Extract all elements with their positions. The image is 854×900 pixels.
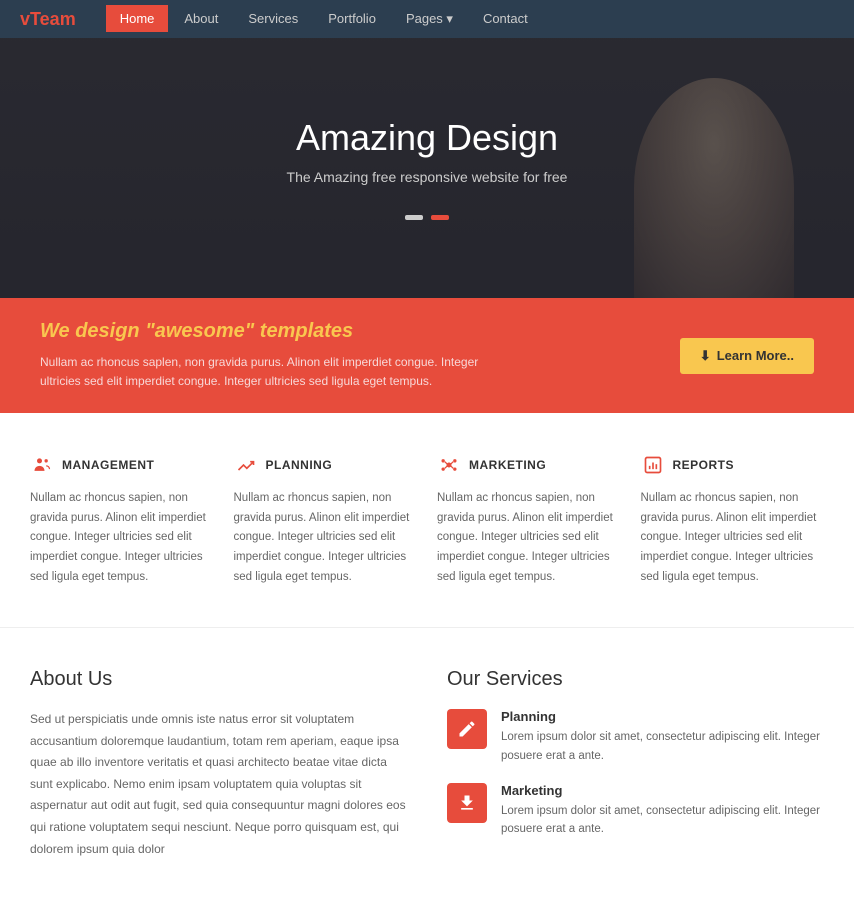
feature-reports-title: REPORTS	[673, 458, 735, 472]
brand-v: v	[20, 9, 30, 29]
reports-icon	[641, 453, 665, 477]
about-title: About Us	[30, 668, 407, 691]
service-marketing-content: Marketing Lorem ipsum dolor sit amet, co…	[501, 783, 824, 839]
feature-management: MANAGEMENT Nullam ac rhoncus sapien, non…	[30, 453, 214, 587]
services-column: Our Services Planning Lorem ipsum dolor …	[447, 668, 824, 860]
feature-marketing-text: Nullam ac rhoncus sapien, non gravida pu…	[437, 489, 621, 587]
nav-link-services[interactable]: Services	[234, 5, 312, 32]
planning-icon	[234, 453, 258, 477]
service-marketing-icon-box	[447, 783, 487, 823]
service-planning-desc: Lorem ipsum dolor sit amet, consectetur …	[501, 728, 824, 765]
feature-reports-text: Nullam ac rhoncus sapien, non gravida pu…	[641, 489, 825, 587]
service-planning-name: Planning	[501, 709, 824, 724]
nav-item-about[interactable]: About	[170, 5, 232, 33]
feature-planning: PLANNING Nullam ac rhoncus sapien, non g…	[234, 453, 418, 587]
feature-marketing-header: MARKETING	[437, 453, 621, 477]
nav-link-contact[interactable]: Contact	[469, 5, 542, 32]
nav-links: Home About Services Portfolio Pages ▾ Co…	[106, 5, 542, 33]
cta-band: We design "awesome" templates Nullam ac …	[0, 298, 854, 413]
pencil-icon	[457, 719, 477, 739]
nav-link-about[interactable]: About	[170, 5, 232, 32]
service-marketing-name: Marketing	[501, 783, 824, 798]
about-column: About Us Sed ut perspiciatis unde omnis …	[30, 668, 407, 860]
about-services-section: About Us Sed ut perspiciatis unde omnis …	[0, 627, 854, 900]
feature-management-title: MANAGEMENT	[62, 458, 154, 472]
brand-logo[interactable]: vTeam	[20, 9, 76, 30]
cta-heading: We design "awesome" templates	[40, 320, 480, 343]
feature-marketing: MARKETING Nullam ac rhoncus sapien, non …	[437, 453, 621, 587]
cta-btn-label: Learn More..	[717, 348, 794, 363]
service-marketing: Marketing Lorem ipsum dolor sit amet, co…	[447, 783, 824, 839]
cta-learn-more-button[interactable]: ⬇ Learn More..	[680, 338, 814, 374]
cta-heading-highlight: "awesome"	[145, 320, 254, 342]
feature-planning-text: Nullam ac rhoncus sapien, non gravida pu…	[234, 489, 418, 587]
hero-dot-2[interactable]	[431, 215, 449, 220]
cta-heading-pre: We design	[40, 320, 145, 342]
nav-link-home[interactable]: Home	[106, 5, 169, 32]
nav-item-services[interactable]: Services	[234, 5, 312, 33]
hero-bg-person	[634, 78, 794, 298]
nav-item-home[interactable]: Home	[106, 5, 169, 33]
hero-section: Amazing Design The Amazing free responsi…	[0, 38, 854, 298]
navbar: vTeam Home About Services Portfolio Page…	[0, 0, 854, 38]
hero-title: Amazing Design	[296, 117, 558, 159]
features-section: MANAGEMENT Nullam ac rhoncus sapien, non…	[0, 413, 854, 627]
feature-planning-title: PLANNING	[266, 458, 333, 472]
hero-subtitle: The Amazing free responsive website for …	[287, 169, 568, 185]
feature-reports-header: REPORTS	[641, 453, 825, 477]
download-icon: ⬇	[700, 348, 711, 364]
cta-heading-post: templates	[254, 320, 353, 342]
hero-dots	[405, 215, 449, 220]
feature-reports: REPORTS Nullam ac rhoncus sapien, non gr…	[641, 453, 825, 587]
feature-management-text: Nullam ac rhoncus sapien, non gravida pu…	[30, 489, 214, 587]
hero-dot-1[interactable]	[405, 215, 423, 220]
about-text: Sed ut perspiciatis unde omnis iste natu…	[30, 709, 407, 860]
service-planning: Planning Lorem ipsum dolor sit amet, con…	[447, 709, 824, 765]
feature-marketing-title: MARKETING	[469, 458, 546, 472]
service-planning-icon-box	[447, 709, 487, 749]
service-marketing-desc: Lorem ipsum dolor sit amet, consectetur …	[501, 802, 824, 839]
services-title: Our Services	[447, 668, 824, 691]
nav-item-pages[interactable]: Pages ▾	[392, 5, 467, 33]
nav-link-portfolio[interactable]: Portfolio	[314, 5, 390, 32]
nav-item-contact[interactable]: Contact	[469, 5, 542, 33]
cta-text: We design "awesome" templates Nullam ac …	[40, 320, 480, 391]
nav-link-pages[interactable]: Pages ▾	[392, 5, 467, 33]
nav-item-portfolio[interactable]: Portfolio	[314, 5, 390, 33]
service-planning-content: Planning Lorem ipsum dolor sit amet, con…	[501, 709, 824, 765]
feature-planning-header: PLANNING	[234, 453, 418, 477]
cta-body: Nullam ac rhoncus saplen, non gravida pu…	[40, 353, 480, 391]
marketing-icon	[437, 453, 461, 477]
download-icon	[457, 793, 477, 813]
management-icon	[30, 453, 54, 477]
brand-name: Team	[30, 9, 76, 29]
feature-management-header: MANAGEMENT	[30, 453, 214, 477]
